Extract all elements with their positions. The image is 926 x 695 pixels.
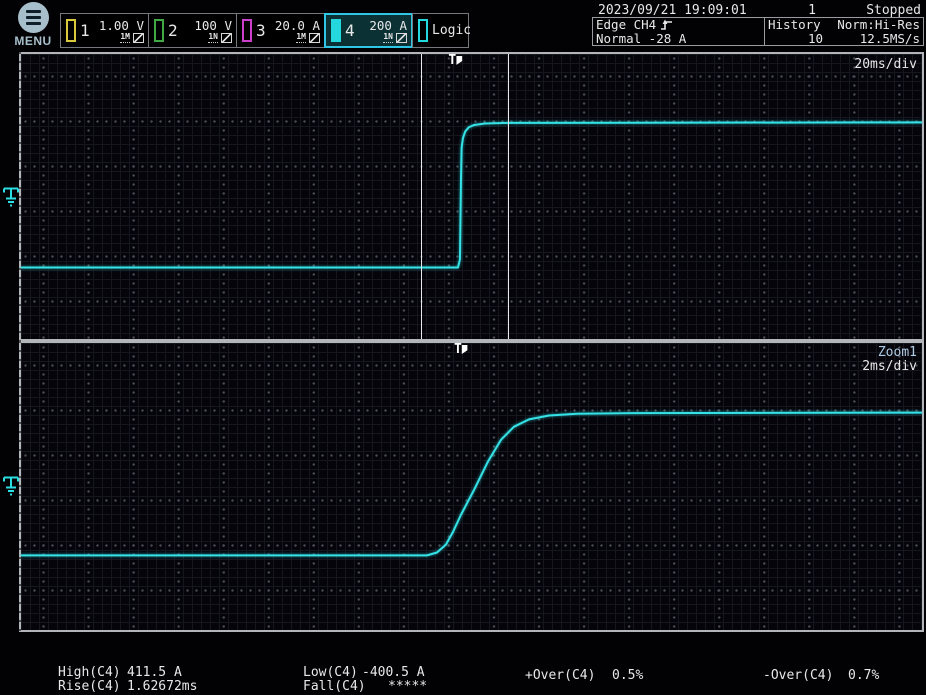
probe-icon	[396, 33, 407, 43]
zoom1-waveform-window[interactable]: Zoom1 2ms/div T	[19, 341, 924, 632]
main-waveform-window[interactable]: 20ms/div T	[19, 52, 924, 341]
probe-icon	[221, 33, 232, 43]
zoom-timebase: 2ms/div	[862, 359, 917, 374]
zoom-trace	[21, 343, 922, 630]
trigger-flag-icon	[462, 345, 468, 354]
channel-3-indicator	[242, 19, 252, 42]
measurement-high-value: 411.5 A	[127, 666, 182, 679]
measurement-rise-label: Rise(C4)	[58, 680, 121, 693]
channel-number: 2	[168, 23, 178, 39]
trigger-mode: Normal -28 A	[596, 32, 686, 46]
zoom-window-title: Zoom1	[878, 345, 917, 360]
channel-number: 3	[256, 23, 266, 39]
channel-scale: 1.00 V	[99, 19, 144, 32]
input-impedance-icon: 1M	[296, 33, 306, 43]
channel-4-indicator	[331, 19, 341, 42]
logic-indicator	[418, 19, 428, 42]
history-value: 10	[808, 32, 823, 46]
trigger-info[interactable]: Edge CH4 Normal -28 A	[593, 18, 765, 45]
measurement-rise-value: 1.62672ms	[127, 680, 197, 693]
trigger-t-icon: T	[454, 343, 462, 356]
menu-label: MENU	[10, 34, 56, 48]
main-trace	[21, 54, 922, 339]
logic-label: Logic	[432, 23, 471, 38]
channel-scale: 20.0 A	[275, 19, 320, 32]
ch4-ground-marker-zoom[interactable]	[3, 475, 20, 496]
measurement-high-label: High(C4)	[58, 666, 121, 679]
zoom-region-start-line[interactable]	[421, 54, 422, 339]
channel-1-indicator	[66, 19, 76, 42]
channel-number: 4	[345, 23, 355, 39]
menu-button[interactable]: MENU	[10, 2, 56, 48]
acquisition-mode: Norm:Hi-Res	[837, 18, 920, 32]
channel-strip: 1 1.00 V 1M 2 100 V 1N 3	[61, 13, 469, 48]
history-label: History	[768, 18, 821, 32]
measurement-low-label: Low(C4)	[303, 666, 358, 679]
acquisition-info[interactable]: History Norm:Hi-Res 10 12.5MS/s	[765, 18, 923, 45]
logic-badge[interactable]: Logic	[412, 13, 469, 48]
measurement-pover-value: 0.5%	[612, 669, 643, 682]
channel-badge-3[interactable]: 3 20.0 A 1M	[236, 13, 325, 48]
measurement-pover-label: +Over(C4)	[525, 669, 595, 682]
measurement-fall-label: Fall(C4)	[303, 680, 366, 693]
datetime-display: 2023/09/21 19:09:01	[598, 3, 747, 18]
channel-number: 1	[80, 23, 90, 39]
trigger-source: Edge CH4	[596, 18, 656, 32]
input-impedance-icon: 1N	[383, 33, 393, 43]
channel-badge-4-selected[interactable]: 4 200 A 1N	[324, 13, 413, 48]
input-impedance-icon: 1M	[120, 33, 130, 43]
rising-edge-icon	[660, 19, 673, 31]
input-impedance-icon: 1N	[208, 33, 218, 43]
probe-icon	[133, 33, 144, 43]
acquisition-count: 1	[800, 3, 824, 18]
channel-scale: 100 V	[194, 19, 232, 32]
hamburger-menu-icon	[18, 2, 49, 33]
channel-2-indicator	[154, 19, 164, 42]
oscilloscope-screen: MENU 1 1.00 V 1M 2 100 V 1N	[0, 0, 926, 695]
sample-rate: 12.5MS/s	[860, 32, 920, 46]
main-timebase: 20ms/div	[854, 57, 917, 72]
channel-badge-1[interactable]: 1 1.00 V 1M	[60, 13, 149, 48]
measurement-fall-value: *****	[388, 680, 427, 693]
trigger-t-icon: T	[448, 54, 456, 67]
channel-badge-2[interactable]: 2 100 V 1N	[148, 13, 237, 48]
trigger-position-marker-zoom[interactable]: T	[454, 343, 468, 356]
run-state: Stopped	[866, 3, 921, 18]
trigger-flag-icon	[456, 56, 462, 65]
trigger-acquisition-box[interactable]: Edge CH4 Normal -28 A History Norm:Hi-Re…	[592, 17, 924, 46]
channel-scale: 200 A	[369, 19, 407, 32]
measurement-low-value: -400.5 A	[362, 666, 425, 679]
trigger-position-marker-main[interactable]: T	[448, 54, 462, 67]
ch4-ground-marker-main[interactable]	[3, 186, 20, 207]
zoom-region-end-line[interactable]	[508, 54, 509, 339]
measurement-nover-label: -Over(C4)	[763, 669, 833, 682]
measurement-nover-value: 0.7%	[848, 669, 879, 682]
probe-icon	[309, 33, 320, 43]
